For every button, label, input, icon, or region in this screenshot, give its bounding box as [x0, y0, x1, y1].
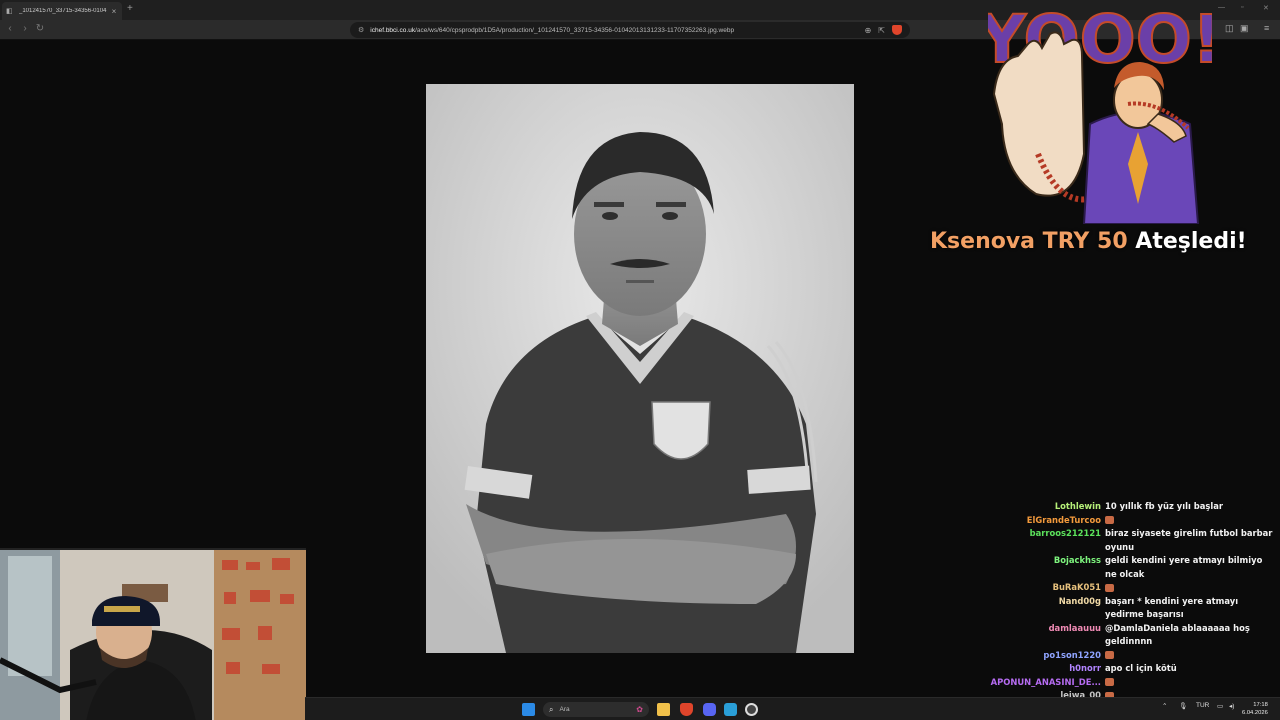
url-path: /ace/ws/640/cpsprodpb/1D5A/production/_1… [415, 26, 735, 34]
alert-action: Ateşledi! [1127, 229, 1247, 254]
chat-message: ElGrandeTurcoo [990, 514, 1280, 528]
chat-text-content: biraz siyasete girelim futbol barbar oyu… [1105, 528, 1273, 552]
chat-message: Bojackhss geldi kendini yere atmayı bilmi… [990, 554, 1280, 581]
streamer-webcam [0, 548, 306, 720]
chat-username[interactable]: barroos212121 [990, 527, 1105, 554]
chat-username[interactable]: Lothlewin [990, 500, 1105, 514]
obs-icon[interactable] [745, 703, 758, 716]
new-tab-icon[interactable]: + [127, 3, 133, 14]
brave-browser-icon[interactable] [680, 703, 693, 716]
chat-text-content: geldi kendini yere atmayı bilmiyo ne olc… [1105, 555, 1263, 579]
tab-title: _101241570_33715-34356-0104 [19, 8, 107, 14]
volume-icon[interactable]: ◂) [1229, 702, 1234, 710]
browser-tab[interactable]: ◧ _101241570_33715-34356-0104 × [2, 2, 122, 20]
chat-username[interactable]: APONUN_ANASINI_DE... [990, 676, 1105, 690]
chat-text [1105, 514, 1273, 528]
chat-username[interactable]: Nand00g [990, 595, 1105, 622]
chat-panel: Lothlewin 10 yıllık fb yüz yılı başlar ElG… [990, 500, 1280, 718]
chat-text: 10 yıllık fb yüz yılı başlar [1105, 500, 1273, 514]
microphone-icon[interactable]: 🎙 [1179, 702, 1187, 710]
chat-message: Nand00g başarı * kendini yere atmayı yedi… [990, 595, 1280, 622]
extensions-icon[interactable]: ◫ [1225, 23, 1234, 34]
alert-message: Ksenova TRY 50 Ateşledi! [930, 229, 1275, 254]
tab-favicon-icon: ◧ [6, 7, 13, 15]
file-explorer-icon[interactable] [657, 703, 670, 716]
chat-text: geldi kendini yere atmayı bilmiyo ne olc… [1105, 554, 1273, 581]
chat-text-content: 10 yıllık fb yüz yılı başlar [1105, 501, 1224, 511]
start-icon[interactable] [522, 703, 535, 716]
search-highlight-icon: ✿ [636, 705, 643, 714]
alert-donor: Ksenova TRY 50 [930, 229, 1128, 254]
tab-close-icon[interactable]: × [110, 7, 118, 16]
chat-text [1105, 676, 1273, 690]
language-indicator[interactable]: TUR [1196, 702, 1209, 709]
chat-text: @DamlaDaniela ablaaaaaa hoş geldinnnn [1105, 622, 1273, 649]
chat-message: barroos212121 biraz siyasete girelim futb… [990, 527, 1280, 554]
search-placeholder: Ara [559, 706, 570, 713]
chat-text: apo cl için kötü [1105, 662, 1273, 676]
app-icon[interactable] [724, 703, 737, 716]
chat-message: po1son1220 [990, 649, 1280, 663]
chat-text-content: @DamlaDaniela ablaaaaaa hoş geldinnnn [1105, 622, 1250, 647]
chat-message: BuRaK051 [990, 581, 1280, 595]
chat-message: APONUN_ANASINI_DE... [990, 676, 1280, 690]
forward-icon[interactable]: › [19, 23, 31, 34]
chat-emote-icon [1105, 651, 1114, 659]
taskbar-search[interactable]: ⌕ Ara ✿ [543, 702, 649, 717]
chat-username[interactable]: BuRaK051 [990, 581, 1105, 595]
search-icon: ⌕ [549, 704, 554, 714]
chat-text: biraz siyasete girelim futbol barbar oyu… [1105, 527, 1273, 554]
chat-text [1105, 581, 1273, 595]
share-icon[interactable]: ⇱ [878, 26, 885, 35]
clock-date: 6.04.2026 [1242, 710, 1268, 716]
chat-text-content: başarı * kendini yere atmayı yedirme baş… [1105, 595, 1239, 620]
chat-text-content: apo cl için kötü [1105, 663, 1177, 673]
chat-message: h0norr apo cl için kötü [990, 662, 1280, 676]
site-info-icon[interactable]: ⚙ [358, 26, 364, 34]
minimize-icon[interactable]: — [1218, 4, 1225, 11]
chat-emote-icon [1105, 516, 1114, 524]
clock-time: 17:18 [1253, 702, 1268, 708]
tray-overflow-icon[interactable]: ⌃ [1162, 702, 1167, 710]
brave-shield-icon[interactable] [892, 25, 902, 35]
discord-icon[interactable] [703, 703, 716, 716]
chat-username[interactable]: Bojackhss [990, 554, 1105, 581]
sidebar-icon[interactable]: ▣ [1240, 23, 1249, 34]
reload-icon[interactable]: ↻ [34, 23, 46, 34]
close-window-icon[interactable]: ✕ [1263, 4, 1269, 12]
chat-message: Lothlewin 10 yıllık fb yüz yılı başlar [990, 500, 1280, 514]
url-site: ichef.bbci.co.uk [370, 26, 416, 34]
chat-username[interactable]: po1son1220 [990, 649, 1105, 663]
menu-icon[interactable]: ≡ [1264, 23, 1269, 33]
viewed-photo [426, 84, 854, 653]
chat-emote-icon [1105, 678, 1114, 686]
windows-taskbar: ⌕ Ara ✿ ⌃ 🎙 TUR ▭ ◂) 17:18 6.04.2026 [305, 697, 1280, 720]
chat-text [1105, 649, 1273, 663]
chat-username[interactable]: damlaauuu [990, 622, 1105, 649]
zoom-icon[interactable]: ⊕ [865, 26, 872, 35]
clock[interactable]: 17:18 6.04.2026 [1242, 701, 1268, 717]
back-icon[interactable]: ‹ [4, 23, 16, 34]
chat-emote-icon [1105, 583, 1114, 592]
alert-illustration: YOOO! [976, 0, 1223, 225]
maximize-icon[interactable]: ▫ [1241, 4, 1243, 11]
address-bar[interactable]: ⚙ ichef.bbci.co.uk /ace/ws/640/cpsprodpb… [350, 22, 910, 38]
network-icon[interactable]: ▭ [1217, 702, 1223, 710]
chat-text: başarı * kendini yere atmayı yedirme baş… [1105, 595, 1273, 622]
chat-message: damlaauuu @DamlaDaniela ablaaaaaa hoş gel… [990, 622, 1280, 649]
chat-username[interactable]: h0norr [990, 662, 1105, 676]
chat-username[interactable]: ElGrandeTurcoo [990, 514, 1105, 528]
